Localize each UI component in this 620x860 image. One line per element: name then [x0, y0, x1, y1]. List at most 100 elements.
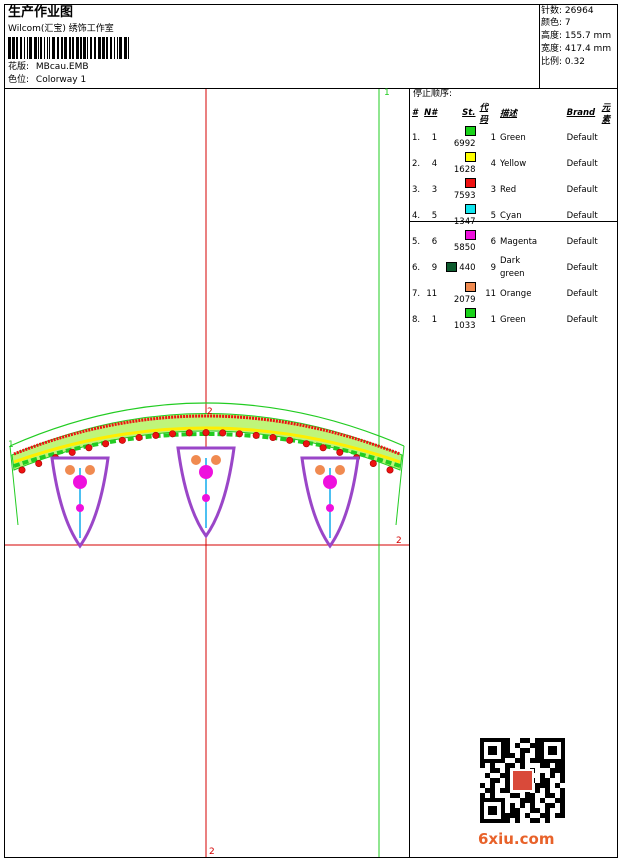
qr-module	[510, 813, 515, 818]
watermark-logo: 6xiu.com	[478, 830, 555, 848]
flower-dot	[185, 429, 193, 437]
qr-module	[485, 773, 490, 778]
flower-dot	[118, 436, 126, 444]
pendant-left	[50, 456, 110, 549]
qr-module	[500, 773, 505, 778]
flower-dot	[169, 430, 177, 438]
qr-module	[520, 738, 525, 743]
qr-module	[560, 803, 565, 808]
qr-module	[535, 788, 540, 793]
qr-module	[535, 743, 540, 748]
qr-module	[505, 768, 510, 773]
qr-module	[545, 808, 550, 813]
qr-module	[515, 793, 520, 798]
qr-module	[560, 773, 565, 778]
qr-module	[545, 788, 550, 793]
qr-module	[555, 783, 560, 788]
qr-module	[530, 803, 535, 808]
qr-module	[500, 788, 505, 793]
qr-module	[490, 793, 495, 798]
qr-module	[540, 763, 545, 768]
qr-module	[530, 743, 535, 748]
qr-module	[560, 808, 565, 813]
flower-dot	[68, 448, 76, 456]
qr-module	[550, 793, 555, 798]
qr-module	[525, 738, 530, 743]
qr-module	[505, 773, 510, 778]
flower-dot	[219, 429, 227, 437]
qr-module	[515, 813, 520, 818]
qr-module	[545, 783, 550, 788]
qr-module	[515, 808, 520, 813]
qr-module	[560, 813, 565, 818]
axis-label-bottom-2: 2	[209, 847, 215, 857]
qr-finder-core	[488, 806, 497, 815]
pendant-flower-small	[326, 504, 334, 512]
qr-module	[560, 798, 565, 803]
qr-module	[490, 768, 495, 773]
qr-code	[480, 738, 565, 823]
qr-module	[515, 743, 520, 748]
qr-module	[535, 783, 540, 788]
qr-module	[505, 763, 510, 768]
pendant-flower	[323, 475, 337, 489]
flower-dot	[35, 460, 43, 468]
pendant-bud	[315, 465, 325, 475]
qr-module	[540, 773, 545, 778]
qr-module	[505, 748, 510, 753]
qr-module	[555, 763, 560, 768]
qr-module	[505, 743, 510, 748]
qr-finder-core	[488, 746, 497, 755]
qr-module	[560, 793, 565, 798]
qr-module	[545, 793, 550, 798]
qr-module	[560, 778, 565, 783]
qr-module	[510, 763, 515, 768]
qr-module	[535, 758, 540, 763]
pendant-bud	[191, 455, 201, 465]
qr-module	[555, 798, 560, 803]
qr-module	[515, 818, 520, 823]
qr-module	[535, 753, 540, 758]
qr-module	[545, 803, 550, 808]
pendant-flower-small	[202, 494, 210, 502]
flower-dot	[319, 444, 327, 452]
qr-module	[525, 813, 530, 818]
qr-module	[485, 788, 490, 793]
qr-module	[510, 808, 515, 813]
qr-module	[510, 753, 515, 758]
qr-module	[540, 813, 545, 818]
qr-module	[560, 768, 565, 773]
axis-label-left-1: 1	[8, 440, 14, 450]
qr-module	[545, 818, 550, 823]
qr-module	[510, 793, 515, 798]
qr-module	[535, 818, 540, 823]
qr-module	[520, 803, 525, 808]
pendant-flower-small	[76, 504, 84, 512]
qr-module	[540, 783, 545, 788]
qr-seal	[511, 769, 534, 792]
flower-dot	[202, 429, 210, 437]
qr-module	[490, 783, 495, 788]
qr-module	[505, 818, 510, 823]
qr-module	[540, 798, 545, 803]
flower-dot	[85, 444, 93, 452]
pendant-flower	[73, 475, 87, 489]
qr-module	[520, 748, 525, 753]
pendant-bud	[335, 465, 345, 475]
qr-module	[530, 818, 535, 823]
pendant-bud	[65, 465, 75, 475]
axis-label-right-2: 2	[396, 536, 402, 546]
qr-module	[520, 763, 525, 768]
qr-module	[490, 778, 495, 783]
qr-module	[540, 778, 545, 783]
qr-module	[555, 768, 560, 773]
qr-module	[495, 768, 500, 773]
qr-module	[480, 793, 485, 798]
qr-module	[510, 803, 515, 808]
qr-module	[525, 798, 530, 803]
qr-module	[490, 763, 495, 768]
pendant-bud	[85, 465, 95, 475]
qr-module	[560, 763, 565, 768]
qr-module	[505, 788, 510, 793]
qr-module	[545, 763, 550, 768]
